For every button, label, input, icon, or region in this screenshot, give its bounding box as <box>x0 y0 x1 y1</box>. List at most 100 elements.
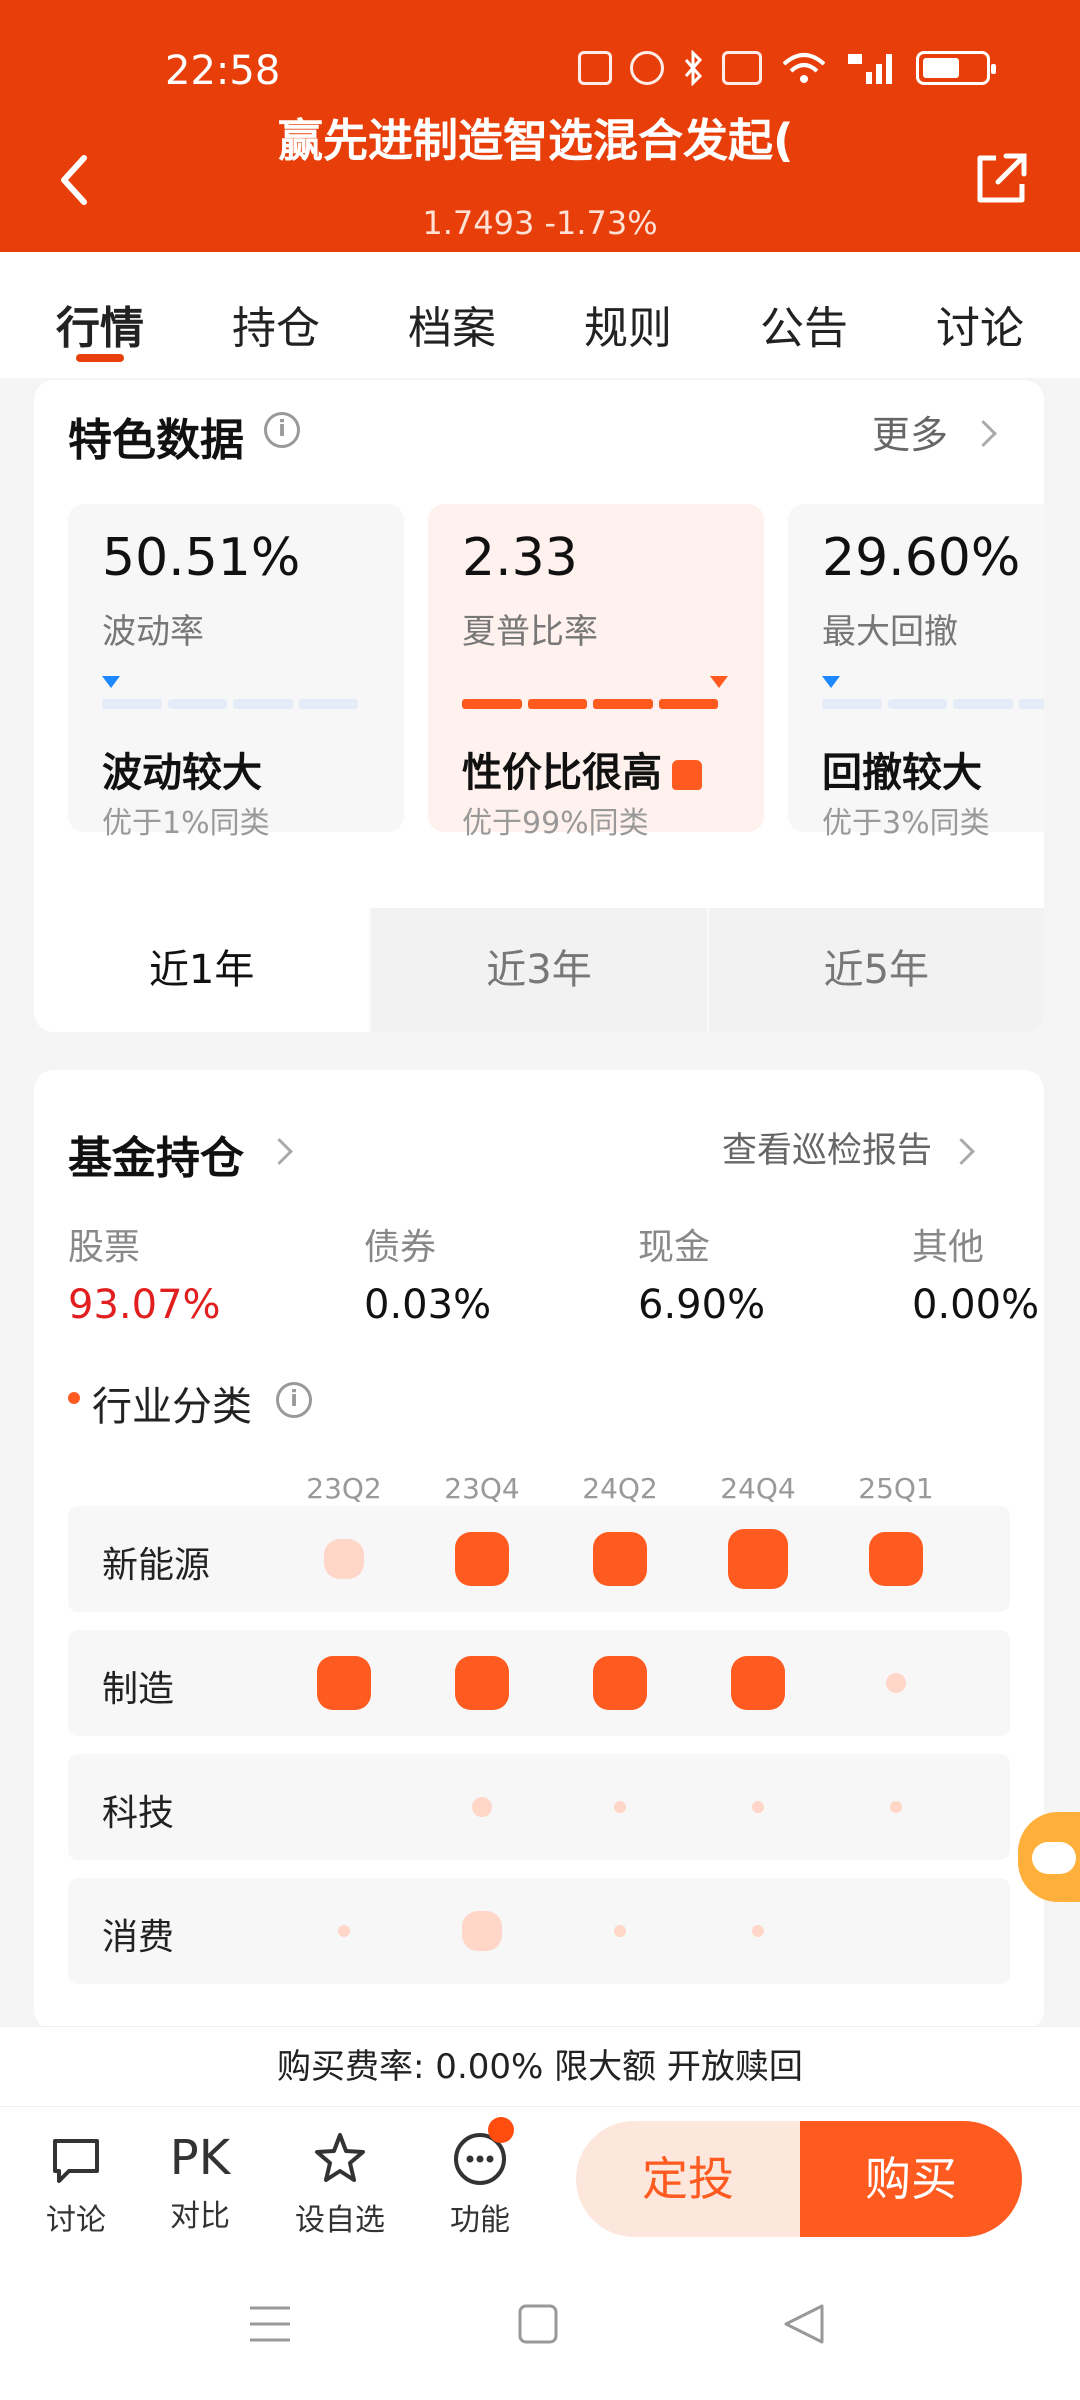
chevron-right-icon <box>266 1138 293 1165</box>
add-watchlist-button[interactable]: 设自选 <box>280 2125 400 2239</box>
asset-value-bond: 0.03% <box>364 1282 492 1328</box>
home-icon[interactable] <box>516 2300 560 2348</box>
industry-row[interactable]: 科技 <box>68 1754 1010 1860</box>
weight-bubble <box>869 1532 923 1586</box>
fund-title: 赢先进制造智选混合发起( <box>278 114 794 164</box>
functions-label: 功能 <box>450 2203 510 2238</box>
info-icon[interactable]: i <box>264 412 300 448</box>
industry-row[interactable]: 新能源 <box>68 1506 1010 1612</box>
add-watchlist-label: 设自选 <box>295 2203 385 2238</box>
level-bar <box>462 699 718 709</box>
period-tabs: 近1年 近3年 近5年 <box>34 908 1044 1032</box>
period-tab-3y[interactable]: 近3年 <box>369 908 707 1032</box>
industry-name: 制造 <box>102 1669 175 1710</box>
asset-value-other: 0.00% <box>912 1282 1040 1328</box>
compare-button[interactable]: PK 对比 <box>140 2125 260 2235</box>
chevron-right-icon <box>948 1138 975 1165</box>
back-button[interactable] <box>52 150 96 210</box>
metric-max-drawdown[interactable]: 29.60% 最大回撤 回撤较大 优于3%同类 <box>788 504 1044 841</box>
hd-icon <box>722 51 762 85</box>
signal-5g-icon <box>848 54 892 84</box>
metric-value: 2.33 <box>462 528 578 588</box>
weight-bubble <box>614 1801 626 1813</box>
industry-name: 新能源 <box>102 1545 211 1586</box>
nfc-icon <box>578 51 612 85</box>
industry-name: 消费 <box>102 1917 175 1958</box>
tab-rules[interactable]: 规则 <box>558 252 698 378</box>
metric-value: 29.60% <box>822 528 1021 588</box>
metric-rank: 优于99%同类 <box>462 806 649 841</box>
weight-bubble <box>317 1656 371 1710</box>
share-button[interactable] <box>972 150 1030 208</box>
inspection-report-link[interactable]: 查看巡检报告 <box>722 1122 932 1173</box>
weight-bubble <box>455 1656 509 1710</box>
tab-profile[interactable]: 档案 <box>382 252 522 378</box>
info-icon[interactable]: i <box>276 1382 312 1418</box>
system-nav-bar <box>0 2250 1080 2400</box>
metric-label: 波动率 <box>102 612 204 652</box>
fixed-invest-button[interactable]: 定投 <box>576 2121 800 2237</box>
notification-badge <box>488 2117 514 2143</box>
status-time: 22:58 <box>165 48 281 94</box>
functions-button[interactable]: 功能 <box>420 2125 540 2239</box>
discuss-label: 讨论 <box>46 2203 106 2238</box>
industry-row[interactable]: 消费 <box>68 1878 1010 1984</box>
industry-title: 行业分类 <box>92 1384 252 1430</box>
metric-value: 50.51% <box>102 528 301 588</box>
metric-rank: 优于1%同类 <box>102 806 270 841</box>
bluetooth-icon <box>684 50 703 86</box>
level-marker-icon <box>822 676 840 688</box>
level-marker-icon <box>102 676 120 688</box>
tab-discussion[interactable]: 讨论 <box>910 252 1050 378</box>
alarm-icon <box>630 51 664 85</box>
weight-bubble <box>338 1925 350 1937</box>
main-tabs: 行情 持仓 档案 规则 公告 讨论 <box>0 252 1080 378</box>
weight-bubble <box>472 1797 492 1817</box>
more-link[interactable]: 更多 <box>872 404 948 459</box>
weight-bubble <box>731 1656 785 1710</box>
asset-label-bond: 债券 <box>364 1227 437 1268</box>
weight-bubble <box>886 1673 906 1693</box>
metric-volatility[interactable]: 50.51% 波动率 波动较大 优于1%同类 <box>68 504 404 841</box>
feature-data-title: 特色数据 <box>68 415 244 466</box>
metric-verdict: 性价比很高 <box>462 740 702 798</box>
metric-rank: 优于3%同类 <box>822 806 990 841</box>
quarter-label: 25Q1 <box>858 1472 934 1505</box>
top-header: 22:58 赢先进制造智选混合发起( 1.7493 -1.73% <box>0 0 1080 252</box>
asset-label-other: 其他 <box>912 1227 985 1268</box>
industry-name: 科技 <box>102 1793 175 1834</box>
thumbs-up-icon <box>672 760 702 790</box>
period-tab-5y[interactable]: 近5年 <box>706 908 1044 1032</box>
metric-label: 夏普比率 <box>462 612 598 652</box>
weight-bubble <box>752 1925 764 1937</box>
weight-bubble <box>752 1801 764 1813</box>
asset-label-stock: 股票 <box>68 1227 141 1268</box>
discuss-button[interactable]: 讨论 <box>16 2125 136 2239</box>
buy-button[interactable]: 购买 <box>800 2121 1022 2237</box>
quarter-label: 23Q4 <box>444 1472 520 1505</box>
metric-sharpe[interactable]: 2.33 夏普比率 性价比很高 优于99%同类 <box>428 504 764 841</box>
weight-bubble <box>462 1911 502 1951</box>
menu-icon[interactable] <box>246 2300 294 2348</box>
tab-market[interactable]: 行情 <box>30 252 170 378</box>
level-marker-icon <box>710 676 728 688</box>
battery-icon <box>916 51 996 85</box>
period-tab-1y[interactable]: 近1年 <box>34 908 370 1032</box>
fee-info: 购买费率: 0.00% 限大额 开放赎回 <box>0 2026 1080 2107</box>
holdings-title[interactable]: 基金持仓 <box>68 1122 244 1186</box>
back-nav-icon[interactable] <box>780 2300 828 2348</box>
feature-data-card: 特色数据 i 更多 50.51% 波动率 波动较大 优于1%同类 2.33 夏普… <box>34 380 1044 1032</box>
chat-icon <box>53 2139 99 2183</box>
quarter-label: 24Q2 <box>582 1472 658 1505</box>
asset-label-cash: 现金 <box>638 1227 711 1268</box>
asset-value-cash: 6.90% <box>638 1282 766 1328</box>
weight-bubble <box>614 1925 626 1937</box>
mascot-icon[interactable] <box>1018 1812 1080 1902</box>
compare-label: 对比 <box>170 2199 230 2234</box>
weight-bubble <box>890 1801 902 1813</box>
status-icons <box>578 50 996 86</box>
industry-row[interactable]: 制造 <box>68 1630 1010 1736</box>
tab-holdings[interactable]: 持仓 <box>206 252 346 378</box>
tab-announcements[interactable]: 公告 <box>734 252 874 378</box>
level-bar <box>822 699 1044 709</box>
